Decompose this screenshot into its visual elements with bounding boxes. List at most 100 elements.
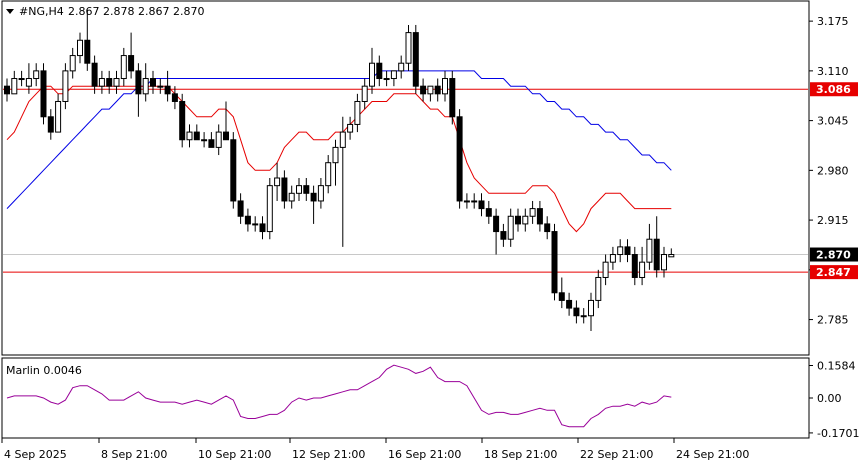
- candle-body-up: [201, 139, 208, 142]
- price-tick-label: 2.785: [817, 314, 849, 327]
- candle-body-down: [230, 139, 237, 202]
- candle-body-down: [485, 208, 492, 217]
- candle-body-up: [390, 70, 397, 80]
- candle-body-up: [325, 162, 332, 187]
- candle-body-down: [631, 254, 638, 278]
- candle-body-down: [259, 223, 266, 233]
- candle-body-down: [536, 208, 543, 225]
- candle-body-up: [142, 78, 149, 95]
- time-tick-label: 18 Sep 21:00: [484, 448, 557, 461]
- candle-body-down: [551, 231, 558, 294]
- candle-body-up: [296, 185, 302, 194]
- candle-body-down: [179, 100, 186, 141]
- price-badge: 3.086: [810, 82, 858, 97]
- candle-body-down: [150, 78, 156, 87]
- time-tick-label: 22 Sep 21:00: [580, 448, 653, 461]
- candle-body-down: [653, 238, 660, 271]
- candle-body-down: [493, 215, 500, 233]
- candle: [551, 223, 558, 301]
- price-badge-label: 2.870: [816, 249, 851, 262]
- candle-body-up: [529, 208, 536, 217]
- symbol-label: #NG,H4: [19, 5, 64, 18]
- candle-body-up: [274, 177, 281, 187]
- candle-body-up: [113, 78, 120, 87]
- candle-body-up: [463, 200, 470, 203]
- candle-body-down: [515, 215, 521, 225]
- candle: [456, 109, 463, 209]
- time-tick-label: 12 Sep 21:00: [292, 448, 365, 461]
- price-tick-label: 2.915: [817, 214, 849, 227]
- time-tick-label: 8 Sep 21:00: [101, 448, 167, 461]
- candle-body-up: [69, 55, 76, 72]
- candle-body-down: [478, 200, 485, 210]
- time-tick-label: 24 Sep 21:00: [676, 448, 749, 461]
- candle-body-up: [507, 215, 514, 240]
- candle-body-up: [609, 254, 616, 263]
- candle-body-up: [617, 246, 624, 256]
- ohlc-label: 2.867 2.878 2.867 2.870: [68, 5, 204, 18]
- price-badge-label: 3.086: [816, 83, 851, 96]
- candle: [449, 70, 456, 125]
- candle-body-down: [449, 78, 456, 118]
- candle-body-down: [566, 299, 573, 309]
- candle-body-up: [471, 200, 478, 203]
- osc-tick-label: 0.00: [817, 392, 842, 405]
- candle-body-down: [237, 200, 244, 217]
- candle-body-up: [361, 85, 368, 102]
- candle-body-down: [303, 185, 310, 194]
- candle-body-down: [223, 131, 229, 141]
- candle-body-down: [128, 55, 135, 72]
- osc-tick-label: -0.1701: [817, 427, 859, 440]
- candle-body-up: [77, 39, 83, 57]
- candle-body-down: [171, 93, 178, 102]
- candle-body-up: [98, 78, 105, 87]
- candle: [230, 132, 237, 209]
- candle-body-down: [310, 192, 317, 202]
- price-badge-label: 2.847: [816, 266, 851, 279]
- candle-body-up: [317, 185, 324, 202]
- candle-body-up: [602, 261, 609, 278]
- candle-body-up: [25, 78, 32, 87]
- candle: [266, 178, 273, 240]
- candle-body-down: [558, 292, 565, 301]
- candle-body-down: [40, 70, 47, 118]
- price-badge: 2.870: [810, 247, 858, 262]
- candle-body-down: [84, 39, 91, 64]
- osc-tick-label: 0.1584: [817, 359, 856, 372]
- candle-body-up: [18, 78, 25, 81]
- candle-body-up: [398, 62, 405, 72]
- candle-body-up: [62, 70, 69, 102]
- candle-body-down: [244, 215, 251, 225]
- candle-body-up: [668, 254, 675, 258]
- candle-body-up: [252, 223, 259, 226]
- candle-body-down: [434, 85, 441, 95]
- chart-canvas: 3.1753.1103.0452.9802.9152.8502.785 3.08…: [0, 0, 862, 467]
- candle-body-down: [208, 139, 215, 148]
- candle-body-down: [47, 116, 54, 133]
- time-tick-label: 4 Sep 2025: [4, 448, 67, 461]
- candle-body-up: [383, 78, 390, 81]
- candle-body-down: [500, 231, 507, 240]
- candle-body-up: [215, 131, 222, 148]
- candle-body-up: [288, 192, 295, 202]
- candle: [412, 24, 419, 94]
- candle: [40, 63, 47, 125]
- price-tick-label: 3.175: [817, 15, 849, 28]
- candle-body-down: [420, 85, 427, 95]
- time-tick-label: 10 Sep 21:00: [198, 448, 271, 461]
- price-badge: 2.847: [810, 265, 858, 280]
- candle-body-up: [639, 261, 646, 278]
- indicator-title: Marlin 0.0046: [6, 364, 82, 377]
- candle-body-down: [412, 32, 419, 87]
- candle-body-up: [442, 78, 448, 95]
- candle-body-down: [281, 177, 288, 202]
- candle-body-down: [135, 70, 142, 95]
- candle-body-down: [573, 307, 580, 317]
- candle-body-down: [164, 85, 171, 95]
- candle-body-down: [544, 223, 551, 233]
- candle-body-up: [646, 238, 653, 263]
- candle-body-up: [661, 254, 667, 271]
- candle-body-up: [354, 100, 361, 125]
- candle-body-up: [339, 131, 346, 148]
- price-tick-label: 3.110: [817, 65, 849, 78]
